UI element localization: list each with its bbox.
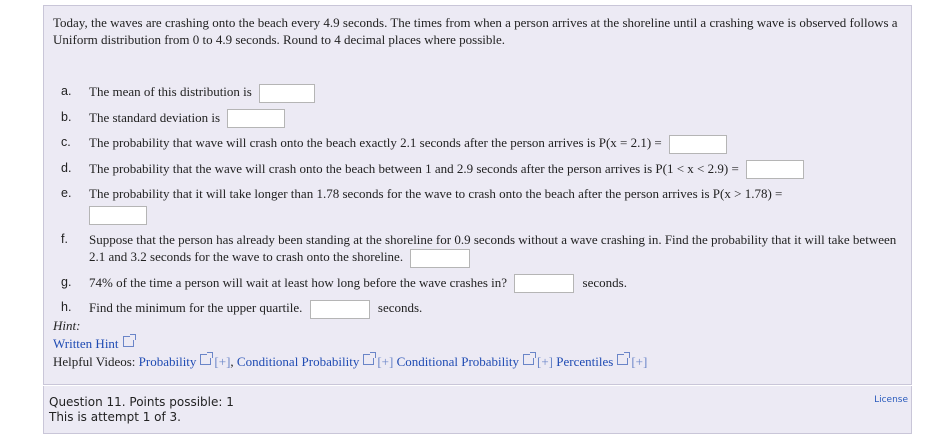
- external-link-icon: [363, 352, 377, 365]
- part-text: The mean of this distribution is: [89, 84, 252, 99]
- answer-input-c[interactable]: [669, 134, 728, 154]
- expand-video-button[interactable]: [+]: [214, 354, 230, 369]
- external-link-icon: [200, 352, 214, 365]
- part-label: c.: [61, 135, 71, 150]
- question-box: Today, the waves are crashing onto the b…: [43, 5, 912, 385]
- written-hint-row: Written Hint: [53, 334, 903, 353]
- hint-section: Hint: Written Hint Helpful Videos: Proba…: [53, 317, 903, 371]
- helpful-videos-row: Helpful Videos: Probability [+], Conditio…: [53, 352, 903, 371]
- video-link-percentiles[interactable]: Percentiles: [556, 354, 613, 369]
- separator: ,: [230, 354, 234, 369]
- part-label: g.: [61, 274, 72, 289]
- external-link-icon: [617, 352, 631, 365]
- part-label: f.: [61, 232, 68, 247]
- part-text: The standard deviation is: [89, 109, 221, 125]
- part-b: b. The standard deviation is: [61, 109, 906, 129]
- question-intro: Today, the waves are crashing onto the b…: [53, 15, 898, 47]
- external-link-icon: [122, 334, 136, 347]
- answer-input-g[interactable]: [514, 274, 575, 294]
- answer-input-h[interactable]: [309, 299, 370, 319]
- expand-video-button[interactable]: [+]: [631, 354, 647, 369]
- external-link-icon: [523, 352, 537, 365]
- video-link-conditional-probability-2[interactable]: Conditional Probability: [397, 354, 519, 369]
- part-text: Find the minimum for the upper quartile.: [89, 300, 303, 316]
- expand-video-button[interactable]: [+]: [537, 354, 553, 369]
- answer-input-e[interactable]: [89, 206, 147, 226]
- part-e: e. The probability that it will take lon…: [61, 185, 906, 226]
- answer-input-b[interactable]: [227, 109, 286, 129]
- video-link-probability[interactable]: Probability: [139, 354, 197, 369]
- part-text: The probability that wave will crash ont…: [89, 135, 662, 151]
- attempt-text: This is attempt 1 of 3.: [49, 410, 181, 424]
- question-footer: Question 11. Points possible: 1 This is …: [43, 386, 912, 434]
- helpful-videos-label: Helpful Videos:: [53, 354, 136, 369]
- part-label: d.: [61, 160, 72, 175]
- part-text: 74% of the time a person will wait at le…: [89, 274, 508, 290]
- answer-input-a[interactable]: [259, 83, 316, 103]
- part-c: c. The probability that wave will crash …: [61, 134, 906, 154]
- part-label: b.: [61, 109, 72, 124]
- license-link[interactable]: License: [874, 395, 908, 405]
- answer-input-f[interactable]: [410, 248, 471, 268]
- part-g: g. 74% of the time a person will wait at…: [61, 274, 906, 294]
- question-parts: a. The mean of this distribution is b. T…: [61, 83, 906, 325]
- part-label: h.: [61, 300, 72, 315]
- part-text: The probability that it will take longer…: [89, 186, 783, 202]
- points-text: Question 11. Points possible: 1: [49, 395, 234, 409]
- video-link-conditional-probability[interactable]: Conditional Probability: [237, 354, 359, 369]
- part-text: Suppose that the person has already been…: [89, 232, 897, 265]
- unit-label: seconds.: [582, 274, 627, 290]
- expand-video-button[interactable]: [+]: [377, 354, 393, 369]
- answer-input-d[interactable]: [746, 160, 805, 180]
- part-label: e.: [61, 186, 72, 201]
- written-hint-link[interactable]: Written Hint: [53, 336, 119, 351]
- part-d: d. The probability that the wave will cr…: [61, 160, 906, 180]
- part-a: a. The mean of this distribution is: [61, 83, 906, 103]
- part-label: a.: [61, 84, 72, 98]
- hint-title: Hint:: [53, 318, 81, 333]
- part-h: h. Find the minimum for the upper quarti…: [61, 299, 906, 319]
- unit-label: seconds.: [377, 300, 423, 316]
- part-text: The probability that the wave will crash…: [89, 160, 739, 176]
- part-f: f. Suppose that the person has already b…: [61, 231, 906, 268]
